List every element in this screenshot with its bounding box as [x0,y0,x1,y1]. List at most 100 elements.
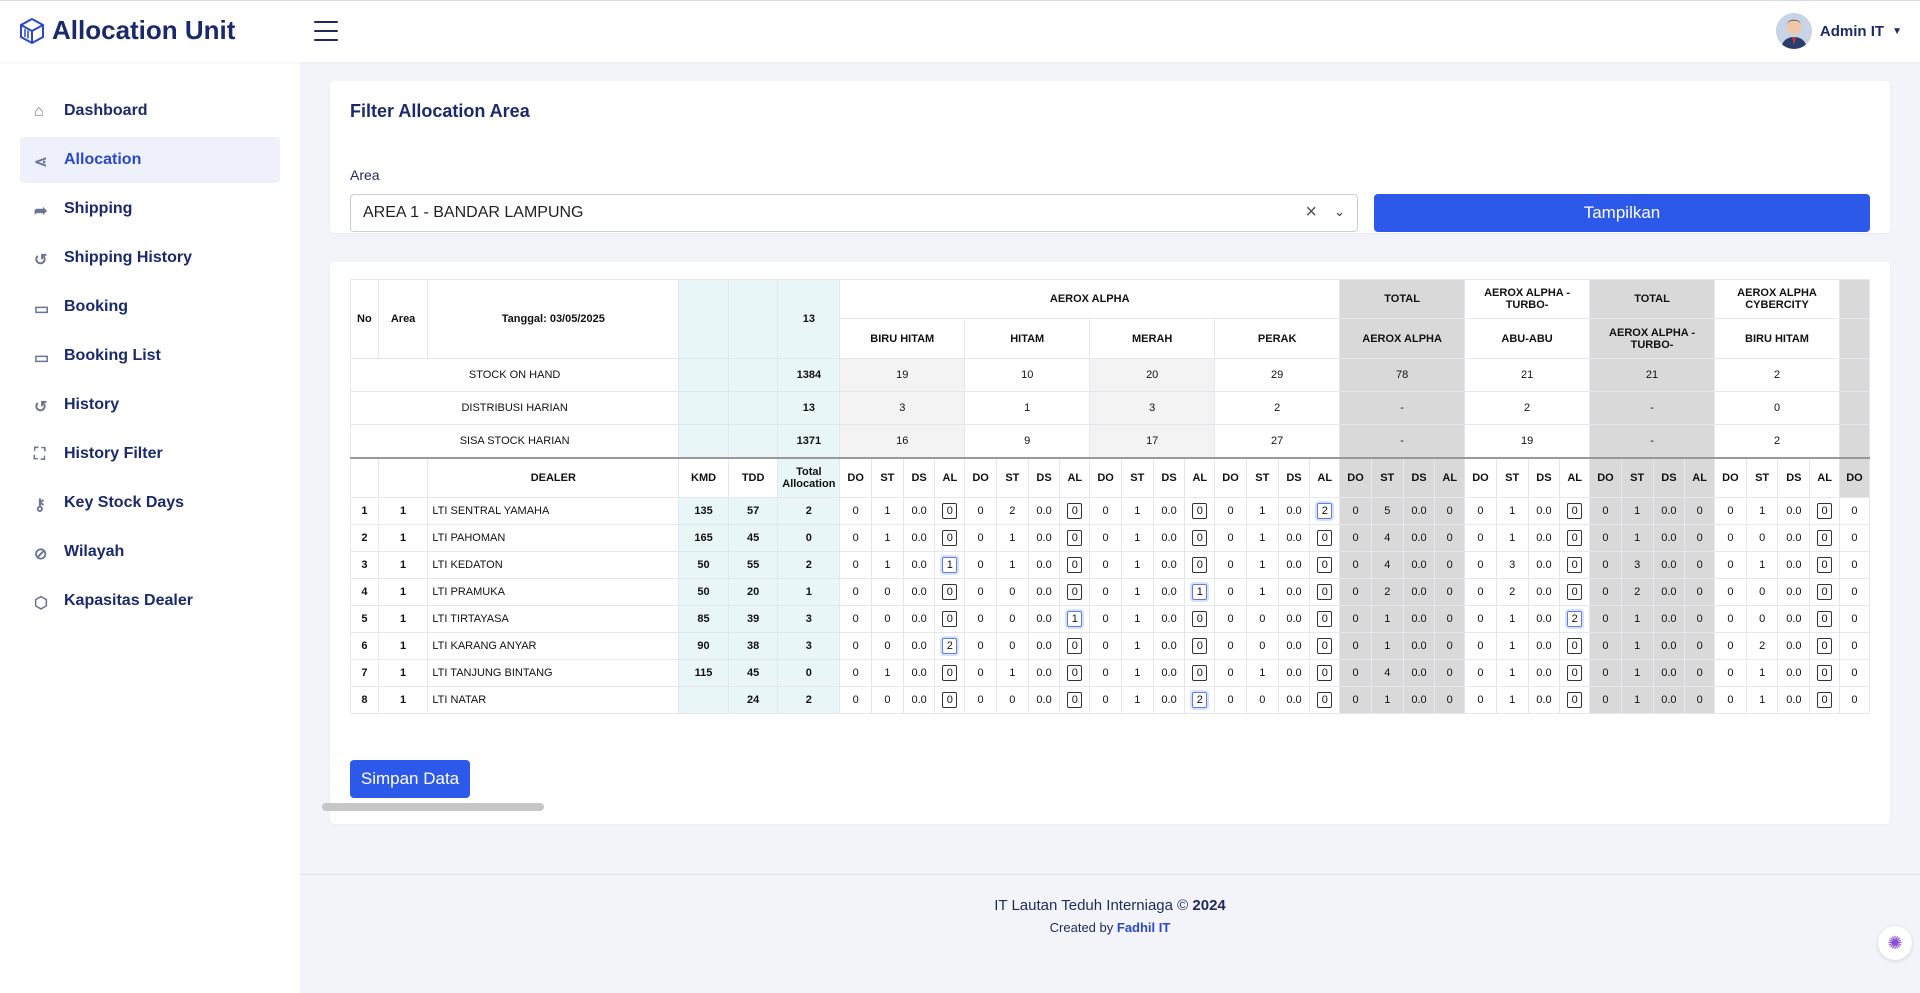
allocation-input[interactable]: 2 [1192,692,1208,708]
sidebar-item-booking-list[interactable]: ▭ Booking List [20,333,280,379]
sidebar-item-allocation[interactable]: ⋖ Allocation [20,137,280,183]
allocation-input[interactable]: 0 [1567,692,1583,708]
allocation-input[interactable]: 0 [1067,530,1083,546]
top-bar: Allocation Unit Admin IT ▼ [0,0,1920,62]
author-link[interactable]: Fadhil IT [1117,920,1170,935]
area-select[interactable]: AREA 1 - BANDAR LAMPUNG × ⌄ [350,194,1358,232]
cell-do: 0 [1714,605,1747,633]
cell-st: 1 [1245,524,1279,552]
allocation-input[interactable]: 0 [1817,530,1833,546]
allocation-input[interactable]: 0 [1817,692,1833,708]
allocation-input[interactable]: 0 [1317,638,1333,654]
cell-do: 0 [1089,578,1122,606]
sidebar-item-history-filter[interactable]: ⛶ History Filter [20,431,280,477]
allocation-input[interactable]: 1 [1192,584,1208,600]
allocation-input[interactable]: 0 [1567,557,1583,573]
allocation-input[interactable]: 2 [942,638,958,654]
allocation-input[interactable]: 0 [1317,692,1333,708]
allocation-input[interactable]: 0 [1817,584,1833,600]
allocation-input[interactable]: 0 [1317,665,1333,681]
allocation-input[interactable]: 0 [1067,584,1083,600]
allocation-input[interactable]: 0 [1817,638,1833,654]
cell-al: 0 [1434,632,1466,660]
allocation-input[interactable]: 0 [1317,611,1333,627]
cell-st: 0 [995,686,1029,714]
sub-header: ST [1745,457,1779,498]
table-row: 7 1 LTI TANJUNG BINTANG 115 45 0 0 1 0.0 0 0 1 0.0 0 0… [350,659,1870,687]
sidebar-item-wilayah[interactable]: ⊘ Wilayah [20,529,280,575]
cell-do: 0 [1714,524,1747,552]
sidebar-item-booking[interactable]: ▭ Booking [20,284,280,330]
allocation-table-scroll[interactable]: No Area Tanggal: 03/05/2025 13 AEROX ALPHA TO… [350,279,1870,734]
row-dealer: LTI PAHOMAN [427,524,680,552]
cell-ds: 0.0 [1402,524,1436,552]
sidebar-item-key-stock-days[interactable]: ⚷ Key Stock Days [20,480,280,526]
allocation-input[interactable]: 0 [1317,557,1333,573]
brand[interactable]: Allocation Unit [20,15,235,46]
allocation-input[interactable]: 0 [1567,665,1583,681]
allocation-input[interactable]: 0 [1567,638,1583,654]
allocation-input[interactable]: 0 [1817,611,1833,627]
allocation-input[interactable]: 0 [1067,557,1083,573]
allocation-input[interactable]: 0 [1192,503,1208,519]
allocation-input[interactable]: 0 [1817,503,1833,519]
allocation-input[interactable]: 2 [1317,503,1333,519]
cell-ds: 0.0 [1402,578,1436,606]
allocation-input[interactable]: 0 [1192,665,1208,681]
sidebar-item-kapasitas-dealer[interactable]: ⬡ Kapasitas Dealer [20,578,280,624]
cell-do: 0 [1339,578,1372,606]
allocation-input[interactable]: 0 [1567,503,1583,519]
cell-do: 0 [964,497,997,525]
color-header: BIRU HITAM [1714,318,1840,359]
allocation-input[interactable]: 1 [942,557,958,573]
sidebar-item-shipping-history[interactable]: ↺ Shipping History [20,235,280,281]
color-header: ABU-ABU [1464,318,1591,359]
cell-do: 0 [839,524,873,552]
user-menu[interactable]: Admin IT ▼ [1775,13,1902,49]
allocation-input[interactable]: 2 [1567,611,1583,627]
allocation-input[interactable]: 0 [942,503,958,519]
clear-icon[interactable]: × [1305,201,1317,224]
allocation-input[interactable]: 0 [942,665,958,681]
allocation-input[interactable]: 0 [1067,665,1083,681]
allocation-input[interactable]: 0 [1192,557,1208,573]
allocation-input[interactable]: 1 [1067,611,1083,627]
row-total-allocation: 2 [777,551,841,579]
cell-ds: 0.0 [1277,524,1311,552]
allocation-input[interactable]: 0 [942,692,958,708]
row-total-allocation: 0 [777,659,841,687]
sidebar-item-shipping[interactable]: ➦ Shipping [20,186,280,232]
allocation-input[interactable]: 0 [942,530,958,546]
summary-value: 27 [1214,424,1341,458]
allocation-input[interactable]: 0 [942,584,958,600]
allocation-input[interactable]: 0 [1192,638,1208,654]
row-tdd: 39 [727,605,779,633]
allocation-input[interactable]: 0 [1567,584,1583,600]
scrollbar-thumb[interactable] [322,803,544,811]
cell-do: 0 [1464,632,1497,660]
theme-brain-icon[interactable]: ✺ [1878,926,1912,960]
allocation-input[interactable]: 0 [1317,530,1333,546]
cell-ds: 0.0 [1027,578,1061,606]
horizontal-scrollbar[interactable] [322,803,1842,813]
cell-ds: 0.0 [902,605,936,633]
show-button[interactable]: Tampilkan [1374,194,1870,232]
allocation-input[interactable]: 0 [1567,530,1583,546]
allocation-input[interactable]: 0 [942,611,958,627]
allocation-input[interactable]: 0 [1317,584,1333,600]
allocation-input[interactable]: 0 [1817,557,1833,573]
sidebar-item-dashboard[interactable]: ⌂ Dashboard [20,88,280,134]
cell-ds: 0.0 [902,659,936,687]
save-data-button[interactable]: Simpan Data [350,760,470,798]
cell-do: 0 [1339,686,1372,714]
allocation-input[interactable]: 0 [1067,638,1083,654]
allocation-input[interactable]: 0 [1067,692,1083,708]
sidebar-item-history[interactable]: ↺ History [20,382,280,428]
allocation-input[interactable]: 0 [1817,665,1833,681]
allocation-input[interactable]: 0 [1192,530,1208,546]
menu-toggle-icon[interactable] [314,21,338,41]
allocation-input[interactable]: 0 [1067,503,1083,519]
group-header: TOTAL [1589,279,1716,319]
allocation-input[interactable]: 0 [1192,611,1208,627]
chevron-down-icon[interactable]: ⌄ [1334,204,1345,220]
